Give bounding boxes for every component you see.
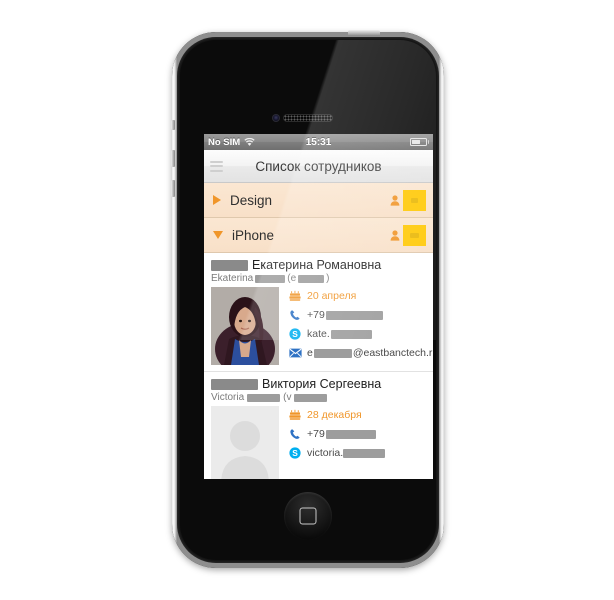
status-bar-clock: 15:31 — [305, 136, 332, 148]
contact-name-line: Екатерина Романовна — [211, 258, 426, 272]
screenshot-stage: No SIM 15:31 Список сотрудников Design i… — [0, 0, 614, 600]
birthday-value: 28 декабря — [307, 409, 362, 421]
avatar[interactable] — [211, 406, 279, 479]
contact-birthday-row: 28 декабря — [288, 408, 426, 422]
redaction-bar — [293, 393, 327, 402]
redaction-bar — [298, 274, 325, 283]
contact-latin-name: Ekaterina (e ) — [211, 273, 426, 284]
contact-paren-open: (e — [287, 273, 297, 284]
device-front-face: No SIM 15:31 Список сотрудников Design i… — [180, 40, 436, 560]
volume-down-button[interactable] — [171, 180, 175, 197]
person-icon — [390, 229, 400, 241]
svg-text:S: S — [292, 329, 298, 339]
battery-icon — [409, 138, 429, 146]
front-camera-icon — [272, 114, 280, 122]
page-title: Список сотрудников — [255, 158, 382, 174]
group-row-iphone[interactable]: iPhone — [204, 218, 433, 253]
birthday-value: 20 апреля — [307, 290, 357, 302]
woman-photo — [211, 287, 279, 365]
group-count-badge — [403, 189, 426, 211]
redaction-bar — [255, 274, 286, 283]
phone-value: +79 — [307, 428, 376, 440]
redaction-bar — [410, 232, 419, 238]
skype-value: kate. — [307, 328, 372, 340]
skype-icon: S — [288, 328, 302, 340]
placeholder-avatar-icon — [211, 406, 279, 479]
svg-text:S: S — [292, 448, 298, 458]
group-name-label: iPhone — [232, 227, 275, 243]
group-name-label: Design — [230, 192, 273, 208]
contact-email-row[interactable]: e @eastbanctech.ru — [288, 346, 433, 360]
avatar[interactable] — [211, 287, 279, 365]
group-row-design[interactable]: Design — [204, 183, 433, 218]
contact-detail-rows: 28 декабря +79 S victoria. — [288, 406, 426, 479]
iphone-device: No SIM 15:31 Список сотрудников Design i… — [171, 30, 444, 568]
redaction-bar — [325, 429, 376, 439]
contact-paren-close: ) — [326, 273, 330, 284]
device-screen: No SIM 15:31 Список сотрудников Design i… — [204, 134, 433, 479]
contact-skype-row[interactable]: S kate. — [288, 327, 433, 341]
redaction-bar — [247, 393, 281, 402]
list-menu-icon[interactable] — [210, 160, 223, 172]
group-member-badge — [390, 189, 426, 211]
group-member-badge — [390, 224, 426, 246]
redaction-bar — [211, 259, 248, 271]
contact-body: 20 апреля +79 S kate. e @eastbanctech.ru — [211, 287, 433, 365]
phone-icon — [288, 428, 302, 440]
status-bar: No SIM 15:31 — [204, 134, 433, 150]
phone-icon — [288, 309, 302, 321]
ring-silent-switch[interactable] — [171, 120, 175, 130]
contact-list: Екатерина Романовна Ekaterina (e ) 20 ап… — [204, 253, 433, 479]
triangle-down-icon — [213, 231, 223, 239]
contact-paren-open: (v — [283, 392, 292, 403]
contact-name: Виктория Сергеевна — [262, 377, 382, 391]
list-item[interactable]: Екатерина Романовна Ekaterina (e ) 20 ап… — [204, 253, 433, 372]
contact-phone-row[interactable]: +79 — [288, 308, 433, 322]
earpiece-speaker — [283, 114, 333, 122]
power-button[interactable] — [348, 30, 380, 35]
home-button[interactable] — [284, 492, 332, 540]
navigation-bar: Список сотрудников — [204, 150, 433, 183]
email-icon — [288, 348, 302, 358]
skype-icon: S — [288, 447, 302, 459]
skype-value: victoria. — [307, 447, 386, 459]
redaction-bar — [411, 197, 418, 203]
contact-latin-first: Ekaterina — [211, 273, 254, 284]
birthday-cake-icon — [288, 290, 302, 302]
contact-name-line: Виктория Сергеевна — [211, 377, 426, 391]
contact-latin-first: Victoria — [211, 392, 245, 403]
email-value: e @eastbanctech.ru — [307, 347, 433, 359]
redaction-bar — [325, 310, 383, 320]
person-icon — [390, 194, 400, 206]
contact-birthday-row: 20 апреля — [288, 289, 433, 303]
contact-name: Екатерина Романовна — [252, 258, 382, 272]
redaction-bar — [211, 378, 258, 390]
redaction-bar — [343, 448, 386, 458]
home-button-square-icon — [299, 507, 317, 525]
birthday-cake-icon — [288, 409, 302, 421]
list-item[interactable]: Виктория Сергеевна Victoria (v 28 декабр… — [204, 372, 433, 479]
contact-detail-rows: 20 апреля +79 S kate. e @eastbanctech.ru — [288, 287, 433, 365]
contact-latin-name: Victoria (v — [211, 392, 426, 403]
contact-skype-row[interactable]: S victoria. — [288, 446, 426, 460]
contact-body: 28 декабря +79 S victoria. — [211, 406, 426, 479]
triangle-right-icon — [213, 195, 221, 205]
phone-value: +79 — [307, 309, 383, 321]
contact-phone-row[interactable]: +79 — [288, 427, 426, 441]
volume-up-button[interactable] — [171, 150, 175, 167]
redaction-bar — [313, 348, 352, 358]
redaction-bar — [330, 329, 372, 339]
group-count-badge — [403, 224, 426, 246]
